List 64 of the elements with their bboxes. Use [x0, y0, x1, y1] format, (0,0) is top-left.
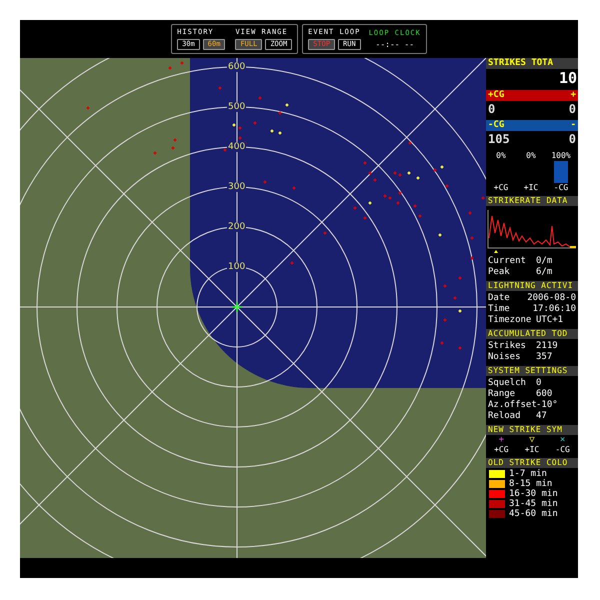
- strike-symbol: ▽: [529, 435, 535, 445]
- color-label: 31-45 min: [509, 499, 558, 509]
- range-label: 200: [227, 222, 246, 232]
- strike-count: 0: [568, 131, 576, 147]
- section-header: OLD STRIKE COLO: [486, 458, 578, 468]
- chart-bar: [554, 161, 568, 183]
- bar-label: +IC: [522, 183, 540, 193]
- setting-value: 2006-08-0: [527, 293, 576, 304]
- range-label: 100: [227, 262, 246, 272]
- setting-value: 47: [536, 411, 547, 422]
- setting-label: Date: [488, 293, 511, 304]
- strike-count: 105: [488, 131, 510, 147]
- section-header: NEW STRIKE SYM: [486, 425, 578, 435]
- range-label: 300: [227, 182, 246, 192]
- strike-count: 0: [568, 101, 576, 117]
- panel-header: STRIKES TOTA: [486, 58, 578, 69]
- setting-label: Current: [488, 256, 527, 267]
- strike-symbol: ×: [560, 435, 566, 445]
- strike-type-label: +CG: [488, 90, 504, 101]
- section-header: ACCUMULATED TOD: [486, 329, 578, 339]
- strike-symbol: +: [498, 435, 504, 445]
- bar-percent: 100%: [550, 151, 572, 161]
- bar-percent: 0%: [495, 151, 507, 161]
- setting-label: Squelch: [488, 378, 527, 389]
- section-header: SYSTEM SETTINGS: [486, 366, 578, 376]
- color-label: 16-30 min: [509, 489, 558, 499]
- setting-label: Range: [488, 389, 516, 400]
- strike-type-label: -: [570, 120, 576, 131]
- strike-type-label: +: [570, 90, 576, 101]
- setting-value: -10°: [536, 400, 558, 411]
- setting-label: Reload: [488, 411, 522, 422]
- range-label: 500: [227, 102, 246, 112]
- setting-value: 17:06:10: [532, 304, 576, 315]
- setting-label: Timezone: [488, 315, 532, 326]
- range-label: 600: [227, 62, 246, 72]
- symbol-label: -CG: [555, 445, 570, 455]
- strike-count: 0: [488, 101, 496, 117]
- center-cross-icon: [232, 302, 242, 312]
- setting-label: Az.offset: [488, 400, 536, 411]
- setting-label: Strikes: [488, 341, 527, 352]
- setting-value: UTC+1: [536, 315, 564, 326]
- bar-label: -CG: [552, 183, 570, 193]
- setting-value: 6/m: [536, 267, 552, 278]
- strikes-total-value: 10: [558, 69, 578, 87]
- setting-value: 2119: [536, 341, 558, 352]
- setting-label: Time: [488, 304, 511, 315]
- setting-value: 0: [536, 378, 542, 389]
- section-header: LIGHTNING ACTIVI: [486, 281, 578, 291]
- section-header: STRIKERATE DATA: [486, 196, 578, 206]
- setting-value: 0/m: [536, 256, 552, 267]
- color-label: 45-60 min: [509, 509, 558, 519]
- bar-label: +CG: [492, 183, 510, 193]
- setting-value: 600: [536, 389, 552, 400]
- strike-type-label: -CG: [488, 120, 504, 131]
- range-label: 400: [227, 142, 246, 152]
- bar-percent: 0%: [525, 151, 537, 161]
- clock-value: --:-- --: [376, 40, 414, 50]
- setting-label: Noises: [488, 352, 522, 363]
- symbol-label: +CG: [494, 445, 509, 455]
- symbol-label: +IC: [524, 445, 540, 455]
- color-label: 8-15 min: [509, 479, 552, 489]
- setting-label: Peak: [488, 267, 511, 278]
- color-label: 1-7 min: [509, 469, 547, 479]
- setting-value: 357: [536, 352, 552, 363]
